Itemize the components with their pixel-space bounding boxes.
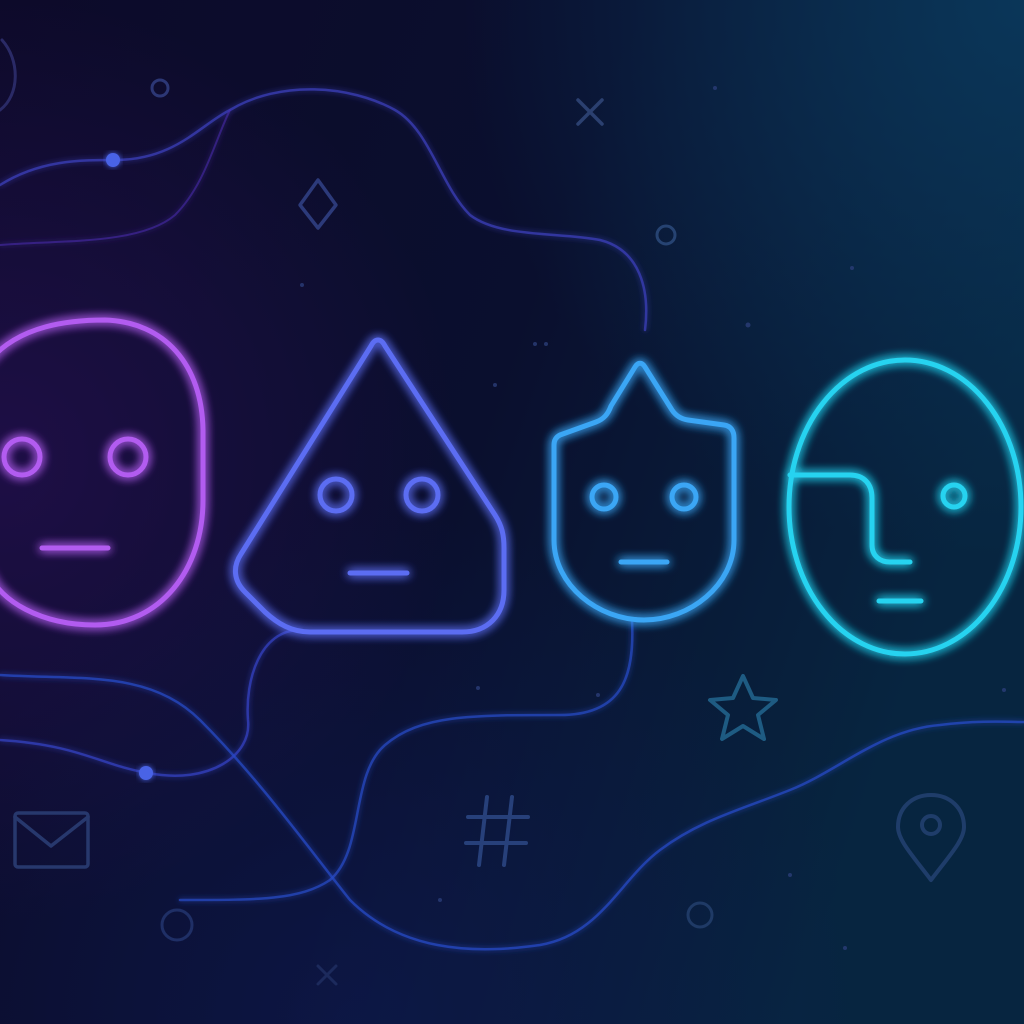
node-dot (106, 153, 120, 167)
node-dot (139, 766, 153, 780)
illustration-canvas (0, 0, 1024, 1024)
